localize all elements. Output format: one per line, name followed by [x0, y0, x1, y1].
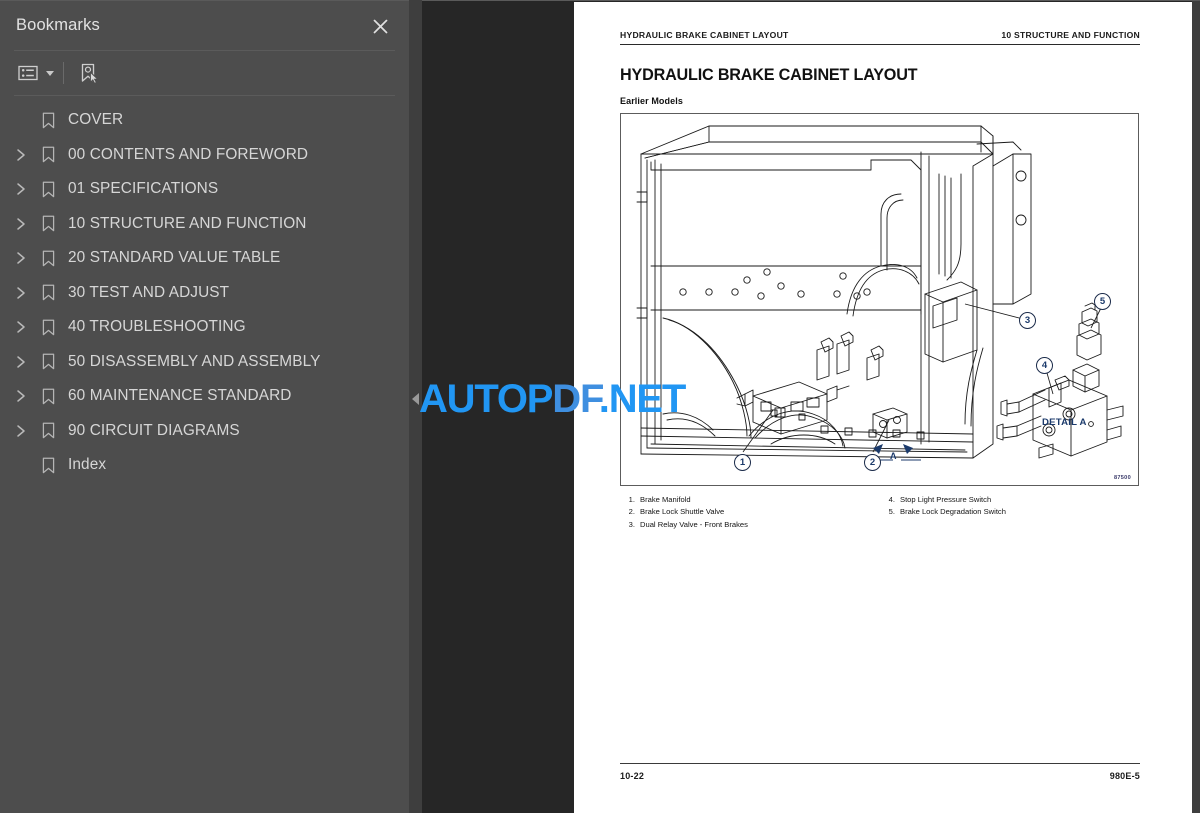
bookmark-item[interactable]: 00 CONTENTS AND FOREWORD [0, 138, 409, 173]
bookmark-item[interactable]: 40 TROUBLESHOOTING [0, 310, 409, 345]
page-footer: 10-22 980E-5 [620, 762, 1140, 781]
bookmark-item[interactable]: 90 CIRCUIT DIAGRAMS [0, 414, 409, 449]
viewer-right-edge [1192, 1, 1200, 813]
callout-4: 4 [1036, 357, 1053, 374]
panel-title: Bookmarks [16, 16, 100, 34]
detail-a-label: DETAIL A [1042, 417, 1087, 428]
collapse-triangle [412, 393, 419, 405]
figure-hydraulic-brake-cabinet: 1 2 3 4 5 A DETAIL A 87500 [620, 113, 1139, 486]
legend-text: Stop Light Pressure Switch [900, 495, 992, 504]
collapse-left-icon[interactable] [409, 386, 422, 412]
legend-number: 2. [628, 507, 635, 517]
running-head: HYDRAULIC BRAKE CABINET LAYOUT 10 STRUCT… [620, 30, 1140, 45]
close-icon[interactable] [368, 14, 392, 38]
bookmark-label: 60 MAINTENANCE STANDARD [68, 387, 292, 405]
page-number: 10-22 [620, 771, 645, 781]
list-item: 2. Brake Lock Shuttle Valve [620, 506, 880, 518]
bookmark-icon [34, 112, 62, 129]
bookmark-label: 40 TROUBLESHOOTING [68, 318, 246, 336]
bookmark-tree[interactable]: COVER 00 CONTENTS AND FOREWORD 01 SPECIFIC… [0, 96, 409, 813]
legend-number: 4. [888, 495, 895, 504]
bookmark-label: 10 STRUCTURE AND FUNCTION [68, 214, 307, 232]
page-title: HYDRAULIC BRAKE CABINET LAYOUT [620, 66, 918, 84]
bookmark-item[interactable]: 60 MAINTENANCE STANDARD [0, 379, 409, 414]
running-head-left: HYDRAULIC BRAKE CABINET LAYOUT [620, 30, 789, 40]
section-marker-a: A [890, 451, 897, 461]
bookmark-icon [34, 422, 62, 439]
list-item: 3. Dual Relay Valve - Front Brakes [620, 519, 880, 531]
bookmark-item[interactable]: COVER [0, 103, 409, 138]
bookmark-icon [34, 388, 62, 405]
pdf-page: HYDRAULIC BRAKE CABINET LAYOUT 10 STRUCT… [574, 2, 1192, 813]
legend-column-left: 1. Brake Manifold 2. Brake Lock Shuttle … [620, 494, 880, 531]
chevron-down-icon[interactable] [46, 70, 54, 76]
bookmark-label: 90 CIRCUIT DIAGRAMS [68, 421, 240, 439]
bookmark-icon [34, 250, 62, 267]
list-item: 1. Brake Manifold [620, 494, 880, 506]
chevron-right-icon[interactable] [8, 424, 34, 438]
document-viewer: HYDRAULIC BRAKE CABINET LAYOUT 10 STRUCT… [422, 0, 1200, 813]
chevron-right-icon[interactable] [8, 251, 34, 265]
legend-number: 3. [628, 519, 635, 529]
legend-text: Brake Lock Degradation Switch [900, 507, 1006, 517]
bookmark-item[interactable]: Index [0, 448, 409, 483]
bookmark-item[interactable]: 30 TEST AND ADJUST [0, 276, 409, 311]
figure-number: 87500 [1113, 475, 1131, 481]
bookmark-label: COVER [68, 111, 124, 129]
legend-number: 5. [888, 507, 895, 517]
chevron-right-icon[interactable] [8, 217, 34, 231]
legend-text: Brake Lock Shuttle Valve [640, 507, 725, 517]
bookmark-label: 20 STANDARD VALUE TABLE [68, 249, 281, 267]
bookmark-label: Index [68, 456, 107, 474]
legend-text: Dual Relay Valve - Front Brakes [640, 519, 748, 529]
callout-2: 2 [864, 454, 881, 471]
list-item: 5. Brake Lock Degradation Switch [880, 506, 1140, 518]
page-subtitle: Earlier Models [620, 96, 683, 106]
chevron-right-icon[interactable] [8, 389, 34, 403]
page-content: HYDRAULIC BRAKE CABINET LAYOUT 10 STRUCT… [620, 30, 1140, 531]
callout-1: 1 [734, 454, 751, 471]
chevron-right-icon[interactable] [8, 182, 34, 196]
list-item: 4. Stop Light Pressure Switch [880, 494, 1140, 506]
bookmarks-panel-header: Bookmarks [0, 1, 409, 50]
callout-5: 5 [1094, 293, 1111, 310]
bookmark-icon [34, 284, 62, 301]
bookmark-item[interactable]: 20 STANDARD VALUE TABLE [0, 241, 409, 276]
chevron-right-icon[interactable] [8, 355, 34, 369]
new-bookmark-cursor-icon[interactable] [75, 58, 103, 88]
legend-number: 1. [628, 495, 635, 504]
bookmark-item[interactable]: 01 SPECIFICATIONS [0, 172, 409, 207]
bookmark-icon [34, 181, 62, 198]
running-head-right: 10 STRUCTURE AND FUNCTION [1001, 30, 1140, 40]
bookmark-item[interactable]: 50 DISASSEMBLY AND ASSEMBLY [0, 345, 409, 380]
bookmark-item[interactable]: 10 STRUCTURE AND FUNCTION [0, 207, 409, 242]
bookmark-label: 50 DISASSEMBLY AND ASSEMBLY [68, 352, 321, 370]
bookmark-icon [34, 353, 62, 370]
list-options-icon[interactable] [15, 58, 41, 88]
chevron-right-icon[interactable] [8, 286, 34, 300]
figure-legend: 1. Brake Manifold 2. Brake Lock Shuttle … [620, 494, 1140, 531]
legend-column-right: 4. Stop Light Pressure Switch 5. Brake L… [880, 494, 1140, 531]
pdf-viewer-window: Bookmarks COVER 00 CONTENTS AND FOREWORD… [0, 0, 1200, 813]
legend-text: Brake Manifold [640, 495, 691, 504]
technical-line-drawing [636, 125, 1124, 461]
bookmark-icon [34, 215, 62, 232]
bookmark-label: 00 CONTENTS AND FOREWORD [68, 145, 309, 163]
bookmarks-panel: Bookmarks COVER 00 CONTENTS AND FOREWORD… [0, 0, 409, 813]
chevron-right-icon[interactable] [8, 148, 34, 162]
bookmarks-toolbar [0, 51, 409, 95]
toolbar-separator [63, 62, 64, 84]
document-code: 980E-5 [1109, 771, 1140, 781]
bookmark-label: 01 SPECIFICATIONS [68, 180, 219, 198]
bookmark-icon [34, 457, 62, 474]
bookmark-label: 30 TEST AND ADJUST [68, 283, 230, 301]
chevron-right-icon[interactable] [8, 320, 34, 334]
bookmark-icon [34, 146, 62, 163]
bookmark-icon [34, 319, 62, 336]
callout-3: 3 [1019, 312, 1036, 329]
